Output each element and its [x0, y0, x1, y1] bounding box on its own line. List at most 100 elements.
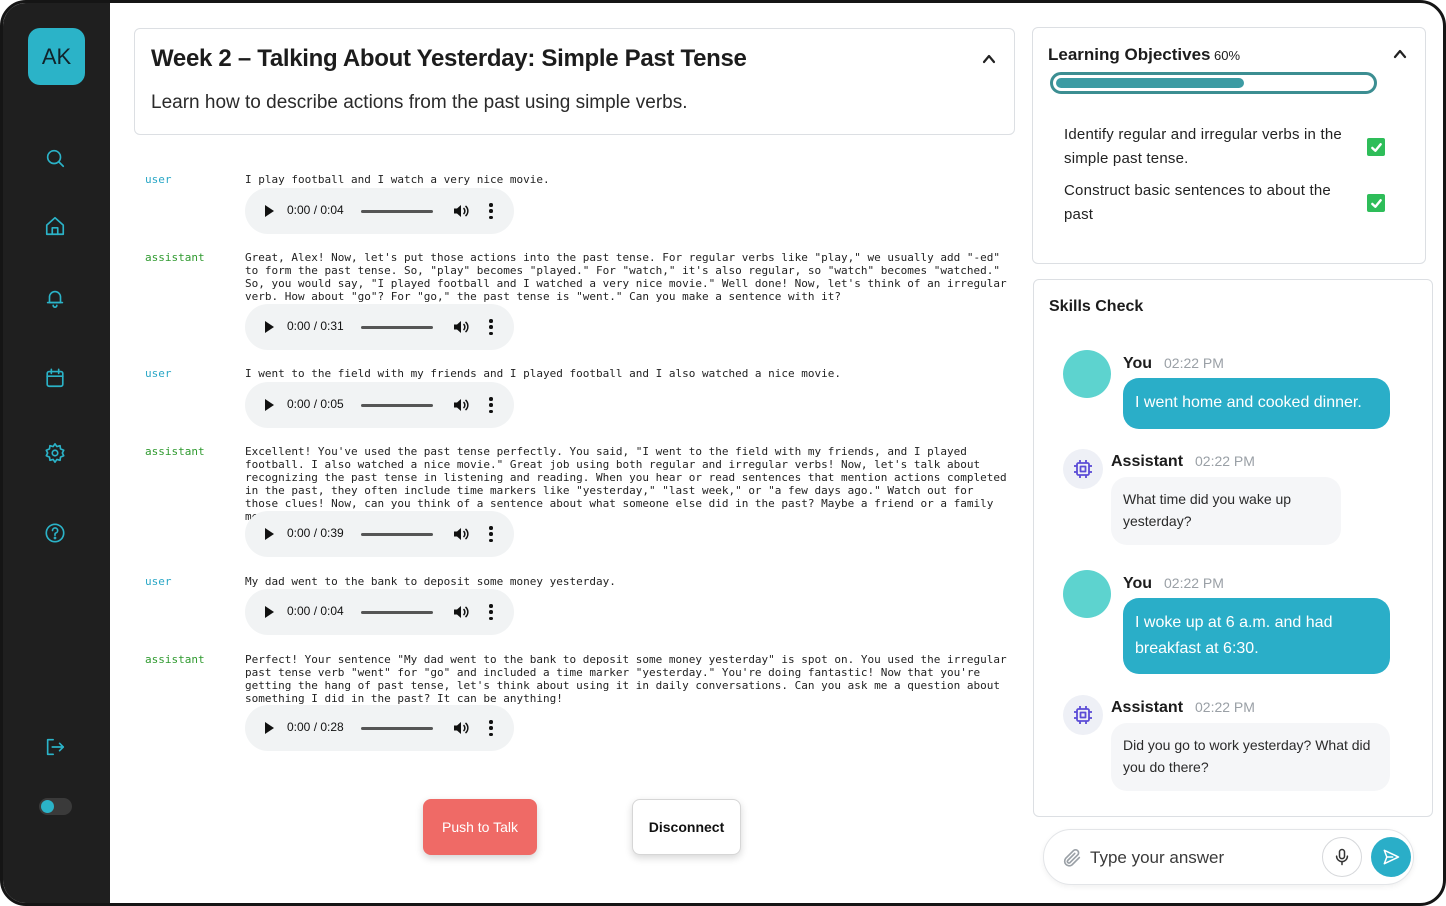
chat-bubble-assistant: Did you go to work yesterday? What did y… — [1111, 723, 1390, 791]
audio-time: 0:00 / 0:04 — [287, 604, 344, 618]
user-avatar — [1063, 350, 1111, 398]
lesson-subtitle: Learn how to describe actions from the p… — [151, 92, 688, 113]
message-time: 02:22 PM — [1164, 355, 1224, 371]
objectives-progress-bar — [1050, 72, 1377, 94]
audio-player[interactable]: 0:00 / 0:04 — [245, 589, 514, 635]
message-role: assistant — [145, 251, 205, 264]
objectives-title: Learning Objectives — [1048, 45, 1211, 64]
help-icon[interactable] — [43, 521, 67, 545]
volume-icon[interactable] — [453, 720, 469, 736]
message-text: Perfect! Your sentence "My dad went to t… — [245, 653, 1007, 705]
play-icon[interactable] — [265, 722, 274, 734]
home-icon[interactable] — [43, 214, 67, 238]
play-icon[interactable] — [265, 528, 274, 540]
sender-name: You — [1123, 355, 1153, 372]
user-avatar — [1063, 570, 1111, 618]
more-options-icon[interactable] — [489, 319, 493, 335]
disconnect-button[interactable]: Disconnect — [632, 799, 741, 855]
answer-input[interactable] — [1090, 844, 1310, 872]
message-text: Great, Alex! Now, let's put those action… — [245, 251, 1007, 303]
audio-seek-bar[interactable] — [361, 210, 433, 213]
checkmark-icon — [1370, 142, 1382, 152]
transcript: user I play football and I watch a very … — [134, 163, 1014, 763]
objective-item: Construct basic sentences to about the p… — [1064, 182, 1331, 223]
message-role: assistant — [145, 445, 205, 458]
skills-title: Skills Check — [1049, 298, 1144, 315]
objective-checkbox[interactable] — [1367, 194, 1385, 212]
toggle-knob — [41, 800, 54, 813]
message-role: user — [145, 575, 172, 588]
more-options-icon[interactable] — [489, 203, 493, 219]
send-icon — [1383, 849, 1400, 865]
collapse-objectives-button[interactable] — [1390, 44, 1410, 64]
sender-name: Assistant — [1111, 699, 1184, 716]
audio-player[interactable]: 0:00 / 0:28 — [245, 705, 514, 751]
message-time: 02:22 PM — [1195, 699, 1255, 715]
play-icon[interactable] — [265, 606, 274, 618]
chip-icon — [1074, 706, 1092, 724]
chat-bubble-user: I went home and cooked dinner. — [1123, 378, 1390, 429]
message-time: 02:22 PM — [1164, 575, 1224, 591]
sender-name: Assistant — [1111, 453, 1184, 470]
audio-seek-bar[interactable] — [361, 404, 433, 407]
more-options-icon[interactable] — [489, 526, 493, 542]
learning-objectives-card: Learning Objectives 60% Identify regular… — [1032, 27, 1426, 264]
audio-seek-bar[interactable] — [361, 727, 433, 730]
chat-bubble-assistant: What time did you wake up yesterday? — [1111, 477, 1341, 545]
audio-seek-bar[interactable] — [361, 533, 433, 536]
gear-icon[interactable] — [43, 441, 67, 465]
microphone-button[interactable] — [1322, 837, 1362, 877]
message-role: user — [145, 367, 172, 380]
objectives-percent: 60% — [1214, 48, 1241, 63]
checkmark-icon — [1370, 198, 1382, 208]
play-icon[interactable] — [265, 321, 274, 333]
message-role: assistant — [145, 653, 205, 666]
sidebar: AK — [3, 3, 110, 903]
chip-icon — [1074, 460, 1092, 478]
assistant-avatar — [1063, 695, 1103, 735]
volume-icon[interactable] — [453, 526, 469, 542]
assistant-avatar — [1063, 449, 1103, 489]
microphone-icon — [1335, 848, 1349, 866]
chevron-up-icon — [1393, 49, 1407, 59]
audio-player[interactable]: 0:00 / 0:05 — [245, 382, 514, 428]
audio-time: 0:00 / 0:31 — [287, 319, 344, 333]
volume-icon[interactable] — [453, 203, 469, 219]
paperclip-icon[interactable] — [1061, 847, 1083, 869]
more-options-icon[interactable] — [489, 720, 493, 736]
bell-icon[interactable] — [43, 286, 67, 310]
user-avatar[interactable]: AK — [28, 28, 85, 85]
volume-icon[interactable] — [453, 604, 469, 620]
audio-player[interactable]: 0:00 / 0:39 — [245, 511, 514, 557]
lesson-header-card: Week 2 – Talking About Yesterday: Simple… — [134, 28, 1015, 135]
progress-fill — [1056, 78, 1244, 88]
theme-toggle[interactable] — [39, 798, 72, 815]
message-text: My dad went to the bank to deposit some … — [245, 575, 616, 588]
audio-player[interactable]: 0:00 / 0:04 — [245, 188, 514, 234]
search-icon[interactable] — [43, 146, 67, 170]
chat-bubble-user: I woke up at 6 a.m. and had breakfast at… — [1123, 598, 1390, 674]
answer-composer — [1043, 829, 1414, 885]
send-button[interactable] — [1371, 837, 1411, 877]
message-time: 02:22 PM — [1195, 453, 1255, 469]
logout-icon[interactable] — [43, 735, 67, 759]
push-to-talk-button[interactable]: Push to Talk — [423, 799, 537, 855]
play-icon[interactable] — [265, 205, 274, 217]
skills-check-card: Skills Check You 02:22 PM I went home an… — [1033, 279, 1433, 817]
objective-checkbox[interactable] — [1367, 138, 1385, 156]
sender-name: You — [1123, 575, 1153, 592]
collapse-lesson-button[interactable] — [979, 49, 999, 69]
calendar-icon[interactable] — [43, 366, 67, 390]
more-options-icon[interactable] — [489, 604, 493, 620]
play-icon[interactable] — [265, 399, 274, 411]
more-options-icon[interactable] — [489, 397, 493, 413]
audio-seek-bar[interactable] — [361, 611, 433, 614]
audio-time: 0:00 / 0:39 — [287, 526, 344, 540]
volume-icon[interactable] — [453, 319, 469, 335]
message-text: I went to the field with my friends and … — [245, 367, 842, 380]
audio-time: 0:00 / 0:04 — [287, 203, 344, 217]
volume-icon[interactable] — [453, 397, 469, 413]
audio-seek-bar[interactable] — [361, 326, 433, 329]
objective-item: Identify regular and irregular verbs in … — [1064, 126, 1342, 167]
audio-player[interactable]: 0:00 / 0:31 — [245, 304, 514, 350]
